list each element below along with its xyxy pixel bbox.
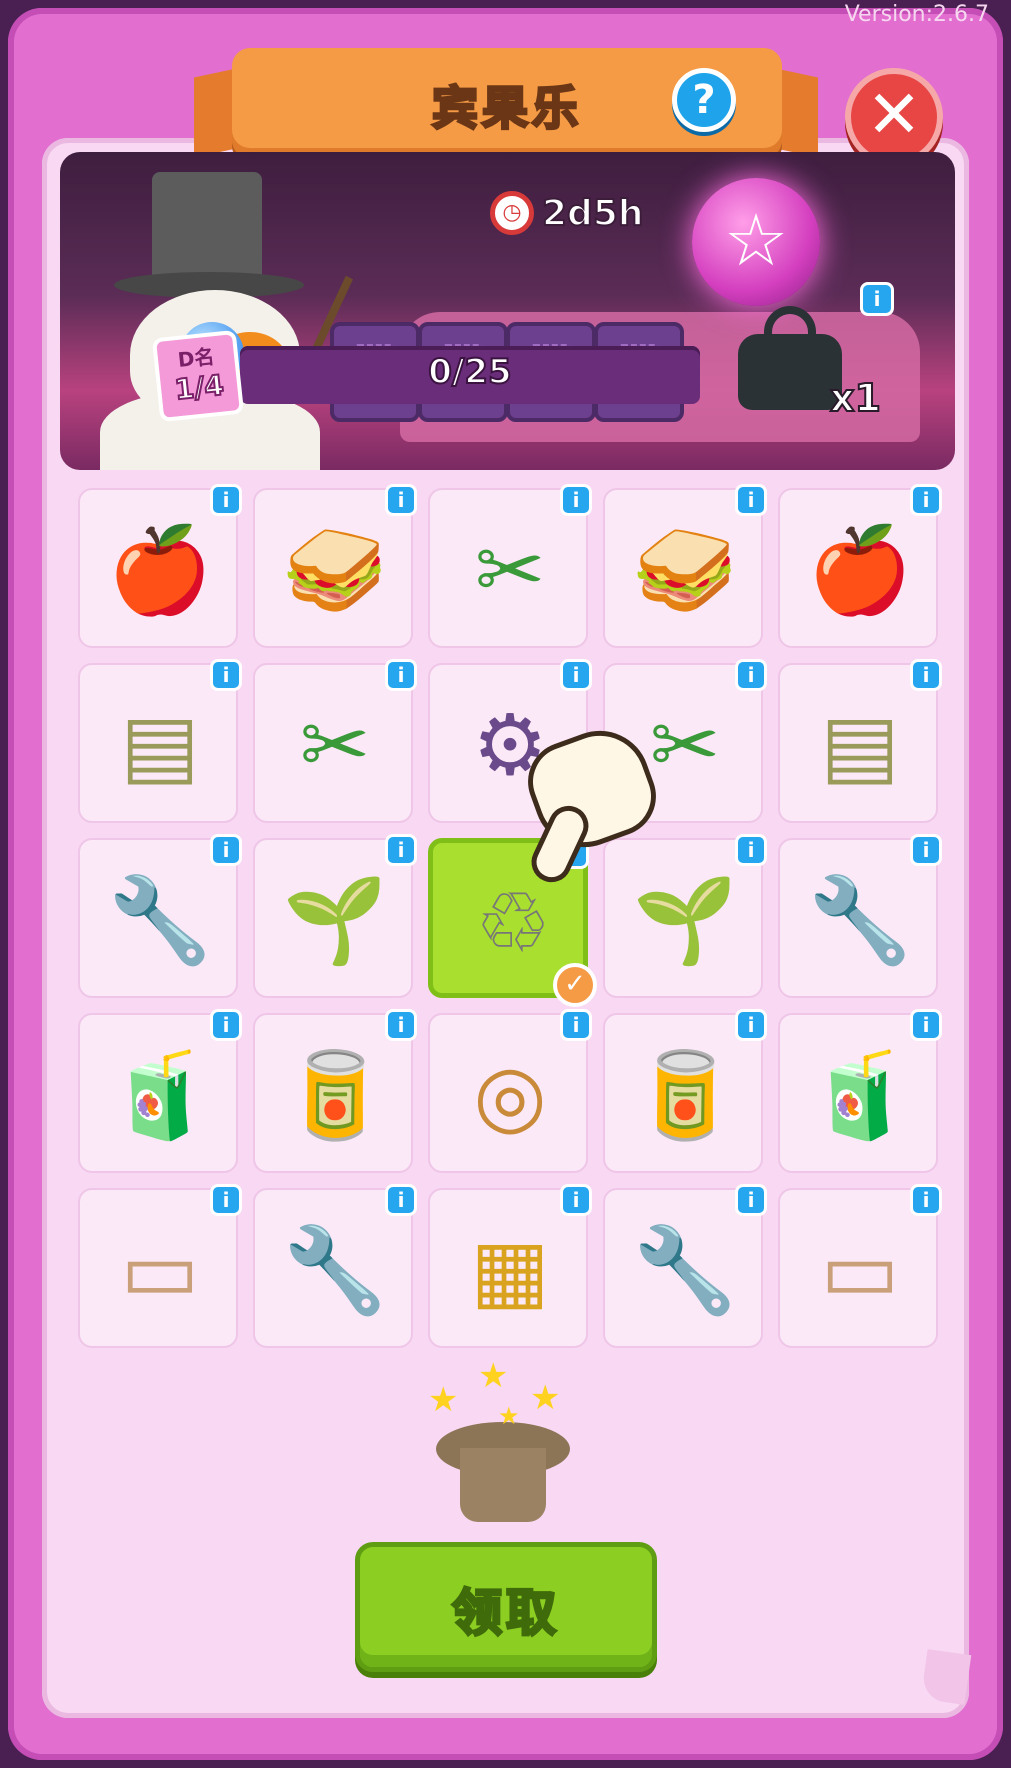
- bingo-cell[interactable]: 🔧 i: [78, 834, 242, 998]
- info-icon[interactable]: i: [560, 1184, 592, 1216]
- juice-bottle-icon: 🧃: [807, 1046, 913, 1144]
- info-icon[interactable]: i: [735, 1184, 767, 1216]
- star-orb-icon: ☆: [692, 178, 820, 306]
- tutorial-pointer-hand: [512, 704, 668, 889]
- info-icon[interactable]: i: [910, 834, 942, 866]
- check-icon: ✓: [553, 963, 597, 1007]
- clock-icon: ◷: [490, 191, 534, 235]
- bingo-cell[interactable]: 🧃 i: [78, 1009, 242, 1173]
- bingo-cell[interactable]: ✂ i: [428, 484, 592, 648]
- claim-button-label: 领取: [451, 1583, 560, 1644]
- info-icon[interactable]: i: [210, 1184, 242, 1216]
- info-icon[interactable]: i: [910, 1009, 942, 1041]
- drawer-cabinet-icon: ▦: [470, 1221, 550, 1319]
- bingo-cell[interactable]: 🌱 i: [253, 834, 417, 998]
- bingo-cell[interactable]: ◎ i: [428, 1009, 592, 1173]
- close-icon: ✕: [866, 76, 922, 153]
- apple-core-icon: 🍎: [807, 521, 913, 619]
- sparkle-icon: ★: [478, 1356, 509, 1396]
- bingo-cell[interactable]: 🍎 i: [778, 484, 942, 648]
- bingo-progress-bar: 0/25: [240, 346, 700, 404]
- bingo-cell[interactable]: 🍎 i: [78, 484, 242, 648]
- info-icon[interactable]: i: [210, 484, 242, 516]
- info-icon[interactable]: i: [735, 834, 767, 866]
- bingo-cell[interactable]: 🥫 i: [253, 1009, 417, 1173]
- info-icon[interactable]: i: [210, 659, 242, 691]
- timer-text: 2d5h: [541, 192, 644, 235]
- info-icon[interactable]: i: [735, 484, 767, 516]
- info-icon[interactable]: i: [210, 1009, 242, 1041]
- bagel-icon: ◎: [473, 1046, 547, 1144]
- sandwich-icon: 🥪: [282, 521, 388, 619]
- bingo-cell[interactable]: 🥫 i: [603, 1009, 767, 1173]
- bingo-cell[interactable]: 🧃 i: [778, 1009, 942, 1173]
- wire-cutters-icon: ✂: [299, 696, 371, 794]
- wrench-icon: 🔧: [807, 871, 913, 969]
- plant-jar-icon: 🌱: [282, 871, 388, 969]
- info-icon[interactable]: i: [385, 834, 417, 866]
- pruning-shears-icon: ✂: [474, 521, 546, 619]
- sandwich-icon: 🥪: [632, 521, 738, 619]
- top-hat: [152, 172, 262, 282]
- bingo-cell[interactable]: 🔧 i: [253, 1184, 417, 1348]
- info-icon[interactable]: i: [735, 659, 767, 691]
- soda-can-icon: 🥫: [282, 1046, 388, 1144]
- bingo-cell[interactable]: ▦ i: [428, 1184, 592, 1348]
- wrench-icon: 🔧: [107, 871, 213, 969]
- sparkle-icon: ★: [530, 1378, 561, 1418]
- bingo-cell[interactable]: ▭ i: [778, 1184, 942, 1348]
- info-icon[interactable]: i: [385, 659, 417, 691]
- info-icon[interactable]: i: [910, 659, 942, 691]
- info-icon[interactable]: i: [910, 484, 942, 516]
- bingo-cell[interactable]: ▭ i: [78, 1184, 242, 1348]
- version-label: Version:2.6.7: [844, 2, 989, 27]
- seed-bag-icon: ▤: [120, 696, 200, 794]
- info-icon[interactable]: i: [385, 1184, 417, 1216]
- sparkle-icon: ★: [428, 1380, 459, 1420]
- bag-count: x1: [829, 375, 882, 421]
- magician-duck-character: [90, 172, 353, 470]
- apple-core-icon: 🍎: [107, 521, 213, 619]
- info-icon[interactable]: i: [385, 1009, 417, 1041]
- juice-bottle-icon: 🧃: [107, 1046, 213, 1144]
- reward-magic-hat-icon: ★ ★ ★ ★: [418, 1356, 588, 1530]
- info-icon[interactable]: i: [910, 1184, 942, 1216]
- rank-value: 1/4: [172, 367, 226, 407]
- soda-can-icon: 🥫: [632, 1046, 738, 1144]
- info-icon[interactable]: i: [210, 834, 242, 866]
- bag-info-icon[interactable]: i: [860, 282, 894, 316]
- info-icon[interactable]: i: [560, 659, 592, 691]
- bingo-grid: 🍎i🥪i✂i🥪i🍎i▤i✂i⚙i✂i▤i🔧i🌱i♲i✓🌱i🔧i🧃i🥫i◎i🥫i🧃…: [78, 484, 942, 1348]
- claim-button[interactable]: 领取: [355, 1542, 657, 1672]
- bingo-cell[interactable]: ✂ i: [253, 659, 417, 823]
- info-icon[interactable]: i: [735, 1009, 767, 1041]
- seed-bag-icon: ▤: [820, 696, 900, 794]
- bingo-cell[interactable]: 🔧 i: [778, 834, 942, 998]
- bingo-cell[interactable]: ▤ i: [78, 659, 242, 823]
- bingo-cell[interactable]: 🥪 i: [253, 484, 417, 648]
- paper-roll-icon: ▭: [820, 1221, 900, 1319]
- bag-body: [738, 334, 842, 410]
- bingo-cell[interactable]: 🔧 i: [603, 1184, 767, 1348]
- info-icon[interactable]: i: [560, 1009, 592, 1041]
- event-banner: ◷ 2d5h ☆ 0/25 D名 1/4 i x1: [60, 152, 955, 470]
- info-icon[interactable]: i: [560, 484, 592, 516]
- wrench-icon: 🔧: [282, 1221, 388, 1319]
- wrench-icon: 🔧: [632, 1221, 738, 1319]
- paper-roll-icon: ▭: [120, 1221, 200, 1319]
- sparkle-icon: ★: [498, 1402, 520, 1430]
- rank-badge: D名 1/4: [151, 329, 245, 423]
- question-icon: ?: [692, 77, 716, 123]
- info-icon[interactable]: i: [385, 484, 417, 516]
- reward-bag-icon[interactable]: [738, 302, 842, 410]
- help-button[interactable]: ?: [672, 68, 736, 132]
- bingo-cell[interactable]: ▤ i: [778, 659, 942, 823]
- bingo-cell[interactable]: 🥪 i: [603, 484, 767, 648]
- progress-text: 0/25: [427, 351, 512, 393]
- hat-body: [460, 1448, 546, 1522]
- event-timer: ◷ 2d5h: [490, 188, 644, 238]
